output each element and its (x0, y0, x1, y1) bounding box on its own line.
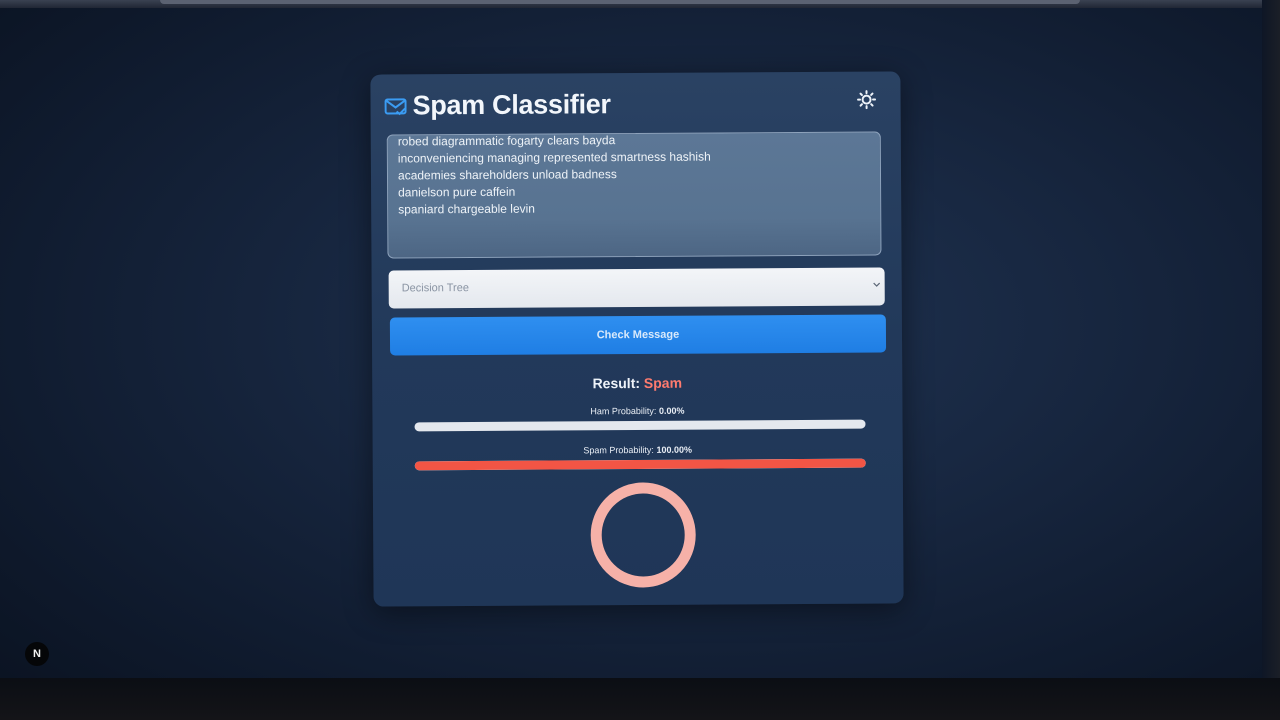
ham-probability-label: Ham Probability: 0.00% (372, 404, 902, 417)
message-line: spaniard chargeable levin (398, 201, 536, 217)
browser-address-bar[interactable] (160, 0, 1080, 4)
model-select-value: Decision Tree (401, 282, 469, 295)
spam-probability-bar (414, 458, 866, 471)
spam-probability-label: Spam Probability: 100.00% (373, 443, 903, 456)
sun-icon[interactable] (856, 90, 877, 110)
ham-probability-bar (414, 419, 866, 432)
classifier-card: Spam Classifier robed diagrammatic fogar… (370, 71, 904, 607)
check-message-button[interactable]: Check Message (389, 314, 887, 356)
title-row: Spam Classifier (384, 89, 611, 121)
page-title: Spam Classifier (412, 89, 611, 121)
message-line: robed diagrammatic fogarty clears bayda (397, 133, 616, 149)
message-textarea[interactable]: robed diagrammatic fogarty clears bayda i… (386, 131, 882, 259)
probability-donut-chart (590, 482, 696, 588)
spam-probability-fill (414, 458, 866, 471)
message-line: danielson pure caffein (398, 184, 516, 200)
ham-probability-value: 0.00% (658, 405, 685, 416)
result-value: Spam (643, 374, 683, 391)
monitor-bezel-bottom (0, 678, 1280, 720)
screen: Spam Classifier robed diagrammatic fogar… (0, 0, 1280, 720)
donut-slice-spam (590, 482, 696, 588)
message-text: robed diagrammatic fogarty clears bayda i… (398, 132, 711, 219)
dev-indicator-badge[interactable]: N (25, 642, 49, 666)
mail-check-icon (384, 97, 407, 115)
message-line: inconveniencing managing represented sma… (397, 149, 711, 166)
model-select[interactable]: Decision Tree (388, 267, 885, 309)
result-line: Result: Spam (372, 373, 902, 392)
spam-probability-value: 100.00% (656, 444, 693, 455)
result-label: Result: (592, 374, 641, 392)
monitor-bezel-right (1262, 0, 1280, 720)
spam-probability-caption: Spam Probability: (583, 444, 654, 456)
ham-probability-caption: Ham Probability: (590, 405, 657, 417)
chevron-down-icon (873, 282, 881, 287)
message-line: academies shareholders unload badness (397, 167, 617, 183)
